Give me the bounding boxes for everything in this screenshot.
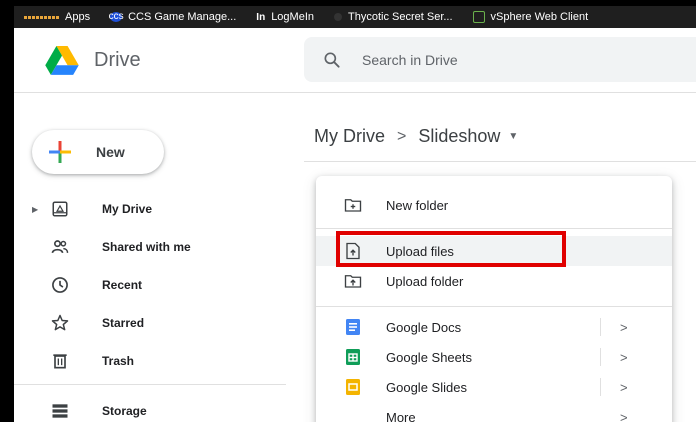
sidebar-item-label: Recent bbox=[102, 278, 143, 292]
bookmark-apps[interactable]: Apps bbox=[14, 6, 100, 28]
breadcrumb-separator: > bbox=[397, 127, 407, 145]
chevron-right-icon[interactable]: > bbox=[620, 410, 628, 422]
sidebar-item-label: Starred bbox=[102, 316, 145, 330]
clock-icon bbox=[50, 275, 70, 295]
top-bar: Drive bbox=[14, 28, 696, 93]
breadcrumb-root[interactable]: My Drive bbox=[314, 126, 385, 147]
more-icon bbox=[344, 408, 362, 422]
bookmark-label: CCS Game Manage... bbox=[128, 11, 237, 23]
menu-item-label: Upload folder bbox=[386, 273, 464, 289]
drive-app: Drive New ▶ My Drive bbox=[14, 28, 696, 422]
expand-arrow-icon[interactable]: ▶ bbox=[32, 205, 38, 214]
sidebar-item-starred[interactable]: Starred bbox=[14, 304, 286, 342]
search-icon[interactable] bbox=[322, 50, 342, 70]
trash-icon bbox=[50, 351, 70, 371]
search-bar[interactable] bbox=[304, 37, 696, 82]
submenu-divider bbox=[600, 318, 601, 336]
bookmark-ccs[interactable]: ccs CCS Game Manage... bbox=[100, 6, 246, 28]
sidebar-item-recent[interactable]: Recent bbox=[14, 266, 286, 304]
new-button-label: New bbox=[96, 144, 125, 160]
new-button[interactable]: New bbox=[32, 130, 164, 174]
upload-folder-icon bbox=[344, 272, 362, 290]
menu-divider bbox=[316, 306, 672, 307]
app-title: Drive bbox=[94, 49, 141, 71]
star-icon bbox=[50, 313, 70, 333]
drive-logo-icon[interactable] bbox=[40, 46, 84, 76]
new-context-menu: New folder Upload files Upload folder Go… bbox=[316, 176, 672, 422]
highlight-box bbox=[336, 231, 566, 267]
sidebar-nav: ▶ My Drive Shared with me Recent Starred bbox=[14, 190, 286, 380]
sidebar-item-trash[interactable]: Trash bbox=[14, 342, 286, 380]
menu-item-google-sheets[interactable]: Google Sheets > bbox=[316, 342, 672, 372]
menu-item-label: Google Docs bbox=[386, 319, 462, 335]
menu-item-more[interactable]: More > bbox=[316, 402, 672, 422]
menu-item-label: New folder bbox=[386, 197, 449, 213]
menu-item-label: Google Sheets bbox=[386, 349, 473, 365]
sidebar-item-storage[interactable]: Storage bbox=[14, 392, 286, 422]
sidebar-item-label: My Drive bbox=[102, 202, 153, 216]
sidebar-item-label: Trash bbox=[102, 354, 135, 368]
google-sheets-icon bbox=[344, 348, 362, 366]
bookmark-thycotic[interactable]: Thycotic Secret Ser... bbox=[324, 6, 463, 28]
logmein-icon: In bbox=[256, 11, 266, 23]
shared-icon bbox=[50, 237, 70, 257]
bookmarks-bar: Apps ccs CCS Game Manage... In LogMeIn T… bbox=[0, 0, 696, 28]
ccs-icon: ccs bbox=[108, 11, 124, 22]
menu-item-upload-folder[interactable]: Upload folder bbox=[316, 266, 672, 296]
sidebar-divider bbox=[14, 384, 286, 385]
menu-item-label: More bbox=[386, 409, 416, 422]
chevron-right-icon[interactable]: > bbox=[620, 380, 628, 395]
menu-item-google-docs[interactable]: Google Docs > bbox=[316, 312, 672, 342]
plus-icon bbox=[49, 141, 71, 163]
bookmark-label: Thycotic Secret Ser... bbox=[348, 11, 453, 23]
thycotic-icon bbox=[334, 13, 342, 21]
bookmark-label: Apps bbox=[65, 11, 91, 23]
google-slides-icon bbox=[344, 378, 362, 396]
dropdown-arrow-icon[interactable]: ▼ bbox=[508, 131, 518, 142]
google-docs-icon bbox=[344, 318, 362, 336]
bookmark-logmein[interactable]: In LogMeIn bbox=[246, 6, 324, 28]
sidebar-item-shared[interactable]: Shared with me bbox=[14, 228, 286, 266]
bookmark-label: LogMeIn bbox=[271, 11, 314, 23]
search-input[interactable] bbox=[360, 50, 664, 69]
sidebar-storage-section: Storage bbox=[14, 392, 286, 422]
apps-grid-icon bbox=[24, 15, 59, 19]
vsphere-icon bbox=[472, 11, 485, 23]
breadcrumb-current[interactable]: Slideshow bbox=[418, 126, 500, 147]
storage-icon bbox=[50, 401, 70, 421]
breadcrumb-divider bbox=[304, 161, 696, 162]
chevron-right-icon[interactable]: > bbox=[620, 350, 628, 365]
menu-item-google-slides[interactable]: Google Slides > bbox=[316, 372, 672, 402]
menu-item-label: Google Slides bbox=[386, 379, 467, 395]
bookmark-label: vSphere Web Client bbox=[490, 11, 589, 23]
sidebar-item-label: Storage bbox=[102, 404, 147, 418]
submenu-divider bbox=[600, 348, 601, 366]
chevron-right-icon[interactable]: > bbox=[620, 320, 628, 335]
menu-divider bbox=[316, 228, 672, 229]
breadcrumb: My Drive > Slideshow ▼ bbox=[314, 126, 518, 147]
menu-item-new-folder[interactable]: New folder bbox=[316, 190, 672, 220]
new-folder-icon bbox=[344, 196, 362, 214]
submenu-divider bbox=[600, 378, 601, 396]
sidebar-item-label: Shared with me bbox=[102, 240, 191, 254]
sidebar-item-my-drive[interactable]: ▶ My Drive bbox=[14, 190, 286, 228]
bookmark-vsphere[interactable]: vSphere Web Client bbox=[463, 6, 599, 28]
my-drive-icon bbox=[50, 199, 70, 219]
